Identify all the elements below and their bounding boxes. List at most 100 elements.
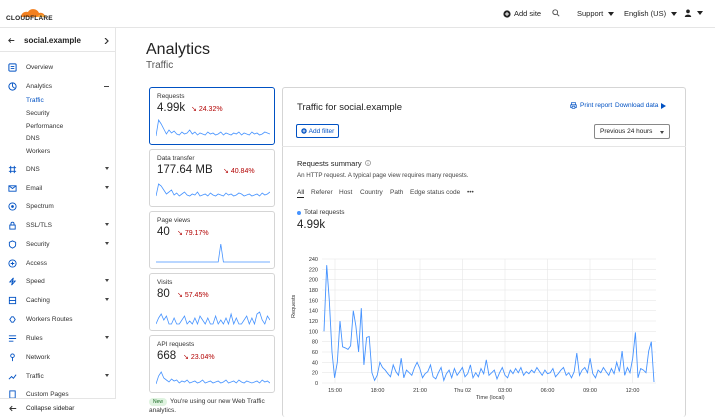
sidebar-sub-dns[interactable]: DNS xyxy=(26,135,40,142)
language-dropdown[interactable]: English (US) xyxy=(624,9,678,18)
add-filter-button[interactable]: Add filter xyxy=(296,124,339,138)
info-icon[interactable] xyxy=(365,160,371,166)
metric-card-page-views[interactable]: Page views 40 ↘ 79.17% xyxy=(149,211,275,269)
time-range-select[interactable]: Previous 24 hours xyxy=(594,124,670,139)
y-tick-label: 180 xyxy=(309,288,318,294)
x-tick-label: 12:00 xyxy=(626,388,640,394)
series-line-total-requests xyxy=(323,265,655,383)
add-site-button[interactable]: Add site xyxy=(503,9,541,18)
sidebar-item-caching[interactable]: Caching xyxy=(0,293,116,307)
collapse-sidebar-button[interactable]: Collapse sidebar xyxy=(0,398,116,417)
sidebar-item-access[interactable]: Access xyxy=(0,256,116,270)
sidebar-item-label: Email xyxy=(26,184,43,192)
sparkline xyxy=(156,183,270,197)
chevron-down-icon[interactable] xyxy=(105,336,109,339)
network-icon xyxy=(8,352,17,362)
chevron-down-icon[interactable] xyxy=(105,374,109,377)
chevron-down-icon[interactable] xyxy=(105,242,109,245)
sidebar-item-security[interactable]: Security xyxy=(0,237,116,251)
chevron-down-icon[interactable] xyxy=(105,279,109,282)
sidebar-sub-security[interactable]: Security xyxy=(26,110,49,117)
metric-delta: ↘ 40.84% xyxy=(223,167,255,175)
y-tick-label: 0 xyxy=(315,381,318,387)
trend-down-icon: ↘ xyxy=(177,230,183,237)
sparkline xyxy=(156,371,270,385)
sidebar-item-overview[interactable]: Overview xyxy=(0,60,116,74)
chevron-down-icon[interactable] xyxy=(105,223,109,226)
sidebar-item-label: Overview xyxy=(26,63,54,71)
tab-edge-status-code[interactable]: Edge status code xyxy=(410,189,460,196)
panel-title: Traffic for social.example xyxy=(297,102,403,113)
lock-icon xyxy=(8,221,17,230)
y-tick-label: 160 xyxy=(309,298,318,304)
metric-card-visits[interactable]: Visits 80 ↘ 57.45% xyxy=(149,273,275,331)
tab-host[interactable]: Host xyxy=(339,189,352,196)
account-menu[interactable] xyxy=(684,9,703,17)
x-tick-label: 03:00 xyxy=(498,388,512,394)
sidebar-item-dns[interactable]: DNS xyxy=(0,162,116,176)
metric-delta-value: 57.45% xyxy=(184,292,209,299)
collapse-minus-icon[interactable] xyxy=(104,86,109,87)
chevron-down-icon[interactable] xyxy=(105,167,109,170)
sidebar-item-label: SSL/TLS xyxy=(26,221,53,229)
sidebar-item-speed[interactable]: Speed xyxy=(0,274,116,288)
metric-delta-value: 79.17% xyxy=(184,230,209,237)
shield-icon xyxy=(8,239,17,249)
y-tick-label: 200 xyxy=(309,278,318,284)
trend-down-icon: ↘ xyxy=(183,354,189,361)
access-icon xyxy=(8,258,17,268)
chevron-down-icon xyxy=(671,11,678,16)
x-tick-label: 21:00 xyxy=(413,388,427,394)
chevron-down-icon[interactable] xyxy=(105,186,109,189)
play-arrow-icon xyxy=(661,102,667,109)
legend-dot xyxy=(297,211,301,215)
download-data-link[interactable]: Download data xyxy=(615,102,667,109)
time-range-value: Previous 24 hours xyxy=(600,128,653,135)
sparkline xyxy=(156,119,270,137)
sidebar-sub-performance[interactable]: Performance xyxy=(26,123,63,130)
metric-card-api-requests[interactable]: API requests 668 ↘ 23.04% xyxy=(149,335,275,393)
y-tick-label: 240 xyxy=(309,257,318,263)
x-tick-label: Thu 02 xyxy=(454,388,471,394)
chevron-down-icon xyxy=(697,11,703,15)
support-dropdown[interactable]: Support xyxy=(577,9,615,18)
sidebar-item-label: Workers Routes xyxy=(26,315,73,323)
y-tick-label: 100 xyxy=(309,329,318,335)
tab-all[interactable]: All xyxy=(297,189,305,198)
download-data-label: Download data xyxy=(615,102,659,109)
print-report-link[interactable]: Print report xyxy=(570,102,612,109)
tab-referer[interactable]: Referer xyxy=(311,189,333,196)
metric-card-requests[interactable]: Requests 4.99k ↘ 24.32% xyxy=(149,87,275,145)
sidebar-item-traffic[interactable]: Traffic xyxy=(0,369,116,383)
x-tick-label: 09:00 xyxy=(583,388,597,394)
sidebar-sub-traffic[interactable]: Traffic xyxy=(26,97,44,104)
page-title: Analytics xyxy=(146,41,211,58)
sidebar-item-label: Security xyxy=(26,240,50,248)
sidebar-item-label: Access xyxy=(26,259,47,267)
requests-chart: 0 20 40 60 80 100 120 140 160 180 200 220 240 15:00 18… xyxy=(309,257,656,394)
chevron-down-icon[interactable] xyxy=(105,298,109,301)
sidebar-item-ssl-tls[interactable]: SSL/TLS xyxy=(0,218,116,232)
sidebar-item-spectrum[interactable]: Spectrum xyxy=(0,199,116,213)
back-arrow-icon[interactable] xyxy=(8,37,15,44)
more-tabs-button[interactable]: ••• xyxy=(467,189,474,196)
sidebar-item-rules[interactable]: Rules xyxy=(0,331,116,345)
y-tick-label: 120 xyxy=(309,319,318,325)
sidebar-item-email[interactable]: Email xyxy=(0,181,116,195)
sidebar-domain-header[interactable]: social.example xyxy=(0,28,116,52)
sidebar-item-label: Network xyxy=(26,353,50,361)
sidebar-item-label: DNS xyxy=(26,165,40,173)
metric-label: Page views xyxy=(157,217,191,224)
notice-text: You're using our new Web Traffic xyxy=(170,398,265,405)
sidebar-item-analytics[interactable]: Analytics xyxy=(0,79,116,93)
x-tick-label: 06:00 xyxy=(541,388,555,394)
tab-path[interactable]: Path xyxy=(390,189,403,196)
tab-country[interactable]: Country xyxy=(360,189,383,196)
search-button[interactable] xyxy=(552,9,560,17)
sidebar-item-label: Speed xyxy=(26,277,45,285)
metric-card-data-transfer[interactable]: Data transfer 177.64 MB ↘ 40.84% xyxy=(149,149,275,207)
sidebar-item-network[interactable]: Network xyxy=(0,350,116,364)
sidebar-sub-workers[interactable]: Workers xyxy=(26,148,50,155)
sidebar-item-workers-routes[interactable]: Workers Routes xyxy=(0,312,116,326)
y-axis-label: Requests xyxy=(291,294,297,318)
